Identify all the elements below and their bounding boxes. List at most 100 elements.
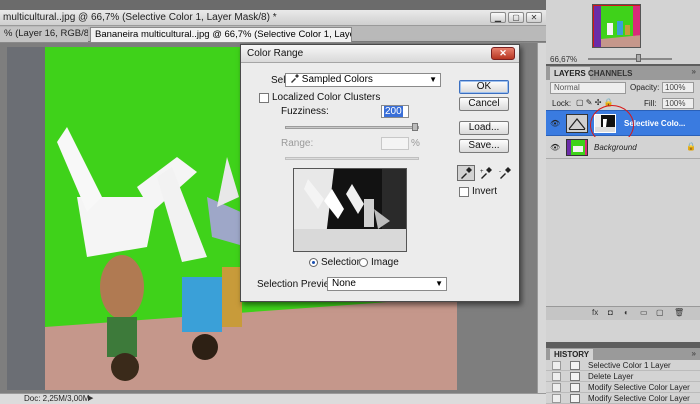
range-slider-track (285, 157, 419, 160)
history-item-label: Modify Selective Color Layer (588, 383, 690, 392)
tab-layer-16-document[interactable]: % (Layer 16, RGB/8) *✕ (0, 27, 88, 42)
layer-row-selective-color[interactable]: 👁 Selective Colo... (546, 105, 700, 145)
tab-history[interactable]: HISTORY (550, 349, 594, 360)
adjustment-thumbnail (566, 114, 588, 133)
fuzziness-input[interactable]: 200 (381, 105, 409, 118)
chevron-down-icon: ▼ (435, 279, 443, 288)
fill-input[interactable]: 100% (662, 98, 694, 109)
select-value: Sampled Colors (301, 74, 373, 85)
selection-preview-dropdown[interactable]: None ▼ (327, 277, 447, 291)
history-tabbar: HISTORY » (546, 348, 700, 360)
dialog-title-bar[interactable]: Color Range ✕ (241, 45, 519, 63)
navigator-zoom-thumb[interactable] (636, 54, 641, 62)
selection-preview-value: None (332, 278, 356, 289)
ok-button[interactable]: OK (459, 80, 509, 94)
panel-menu-icon[interactable]: » (692, 67, 696, 76)
fuzziness-label: Fuzziness: (281, 106, 329, 117)
layer-row-background[interactable]: 👁 Background 🔒 (546, 137, 700, 159)
history-item[interactable]: Selective Color 1 Layer (546, 360, 700, 371)
mask-icon[interactable]: ◘ (608, 308, 613, 317)
lock-icon: 🔒 (686, 142, 696, 151)
maximize-icon[interactable]: ▢ (508, 12, 524, 23)
chevron-down-icon: ▼ (429, 75, 437, 84)
layer-name: Background (594, 143, 637, 152)
fill-value: 100% (665, 99, 686, 108)
vertical-scrollbar[interactable] (537, 43, 546, 393)
layers-tabbar: LAYERS CHANNELS » (546, 66, 700, 80)
invert-checkbox[interactable] (459, 187, 469, 197)
group-icon[interactable]: ▭ (640, 308, 648, 317)
history-step-icon (570, 372, 580, 381)
history-item[interactable]: Delete Layer (546, 371, 700, 382)
range-input (381, 137, 409, 150)
trash-icon[interactable]: 🗑 (674, 308, 684, 317)
status-menu-arrow-icon[interactable]: ▶ (88, 394, 93, 404)
eyedropper-icon[interactable] (457, 165, 475, 181)
opacity-input[interactable]: 100% (662, 82, 694, 93)
background-thumbnail (566, 139, 588, 156)
navigator-panel: 66,67% (546, 0, 700, 64)
layers-bottom-toolbar: fx ◘ ◐ ▭ ▢ 🗑 (546, 306, 700, 320)
load-button[interactable]: Load... (459, 121, 509, 135)
dialog-close-button[interactable]: ✕ (491, 47, 515, 60)
eye-icon[interactable]: 👁 (550, 119, 560, 128)
radio-selection[interactable] (309, 258, 318, 267)
color-range-dialog: Color Range ✕ Select: Sampled Colors ▼ L… (240, 44, 520, 302)
layers-panel: LAYERS CHANNELS » Normal Opacity: 100% L… (546, 66, 700, 342)
fuzziness-value: 200 (384, 106, 403, 117)
blend-mode-value: Normal (554, 83, 580, 92)
tab-label: % (Layer 16, RGB/8) * (4, 28, 88, 39)
tab-channels[interactable]: CHANNELS (584, 67, 636, 80)
range-unit: % (411, 138, 420, 149)
status-bar: Doc: 2,25M/3,00M ▶ (0, 393, 546, 404)
navigator-zoom-slider[interactable] (588, 58, 672, 60)
navigator-thumbnail[interactable] (592, 4, 641, 48)
localized-clusters-label: Localized Color Clusters (272, 92, 381, 103)
select-dropdown[interactable]: Sampled Colors ▼ (285, 73, 441, 87)
svg-text:-: - (499, 169, 501, 175)
svg-text:+: + (480, 169, 484, 175)
new-layer-icon[interactable]: ▢ (656, 308, 664, 317)
history-snapshot-box[interactable] (552, 361, 561, 370)
radio-selection-label: Selection (321, 257, 363, 268)
adjustment-layer-icon[interactable]: ◐ (624, 308, 629, 317)
radio-image[interactable] (359, 258, 368, 267)
opacity-value: 100% (665, 83, 686, 92)
navigator-zoom[interactable]: 66,67% (550, 55, 577, 64)
eye-icon[interactable]: 👁 (550, 143, 560, 152)
history-snapshot-box[interactable] (552, 383, 561, 392)
fuzziness-slider-thumb[interactable] (412, 123, 418, 131)
save-button[interactable]: Save... (459, 139, 509, 153)
document-title: multicultural..jpg @ 66,7% (Selective Co… (3, 12, 277, 23)
radio-image-label: Image (371, 257, 399, 268)
close-icon[interactable]: ✕ (526, 12, 542, 23)
history-item-label: Delete Layer (588, 372, 634, 381)
history-item[interactable]: Modify Selective Color Layer (546, 382, 700, 393)
history-step-icon (570, 383, 580, 392)
eyedropper-minus-icon[interactable]: - (496, 165, 514, 181)
fx-icon[interactable]: fx (592, 308, 598, 317)
history-item-label: Selective Color 1 Layer (588, 361, 671, 370)
panel-menu-icon[interactable]: » (692, 349, 696, 358)
right-panel-dock: 66,67% LAYERS CHANNELS » Normal Opacity:… (546, 0, 700, 404)
localized-clusters-checkbox[interactable] (259, 93, 269, 103)
document-title-bar[interactable]: multicultural..jpg @ 66,7% (Selective Co… (0, 10, 546, 26)
dialog-title: Color Range (247, 48, 304, 59)
history-snapshot-box[interactable] (552, 394, 561, 403)
cancel-button[interactable]: Cancel (459, 97, 509, 111)
tab-bananeira-document[interactable]: Bananeira multicultural..jpg @ 66,7% (Se… (90, 27, 352, 42)
eyedropper-plus-icon[interactable]: + (477, 165, 495, 181)
selection-preview-image[interactable] (293, 168, 407, 252)
history-panel: HISTORY » Selective Color 1 Layer Delete… (546, 348, 700, 404)
blend-mode-dropdown[interactable]: Normal (550, 82, 626, 94)
range-label: Range: (281, 138, 314, 149)
history-item[interactable]: Modify Selective Color Layer (546, 393, 700, 404)
fuzziness-slider-track[interactable] (285, 126, 419, 129)
eyedropper-icon (291, 74, 299, 83)
history-step-icon (570, 394, 580, 403)
minimize-icon[interactable]: ▁ (490, 12, 506, 23)
fill-label: Fill: (644, 99, 657, 108)
doc-size-status: Doc: 2,25M/3,00M (24, 394, 90, 403)
opacity-label: Opacity: (630, 83, 660, 92)
history-snapshot-box[interactable] (552, 372, 561, 381)
